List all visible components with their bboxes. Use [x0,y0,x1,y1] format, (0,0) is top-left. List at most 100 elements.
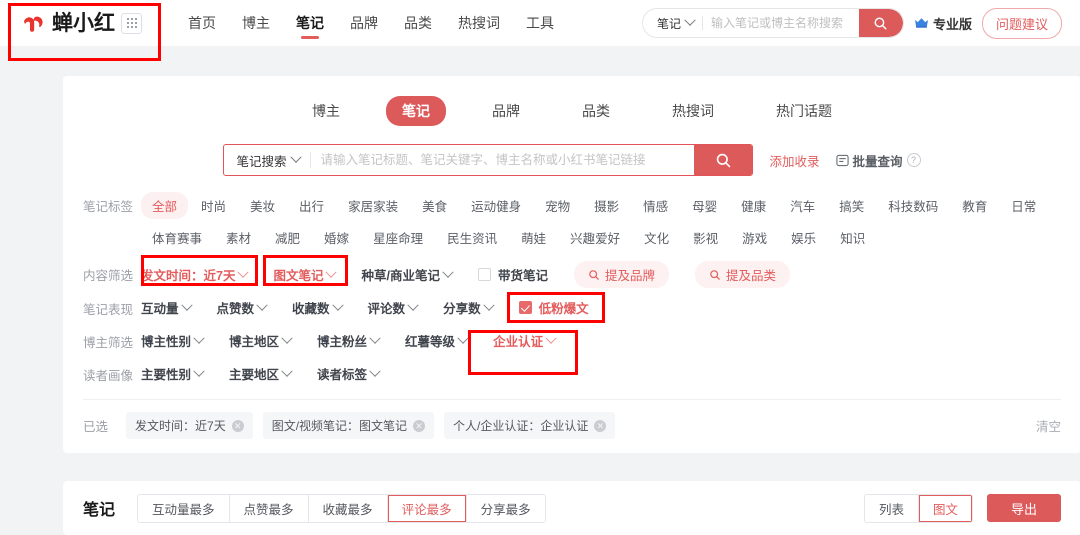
subtab-notes[interactable]: 笔记 [386,96,446,126]
note-tag[interactable]: 健康 [730,192,777,219]
filter-goods-note[interactable]: 带货笔记 [477,265,548,284]
sort-segmented-control: 互动量最多 点赞最多 收藏最多 评论最多 分享最多 [137,493,546,523]
pro-version-button[interactable]: 专业版 [914,14,972,33]
nav-search-button[interactable] [858,9,903,37]
note-tag[interactable]: 出行 [288,192,335,219]
selected-chip[interactable]: 图文/视频笔记：图文笔记 ✕ [262,412,435,439]
note-search-button[interactable] [694,145,753,175]
sort-collects[interactable]: 收藏最多 [308,494,388,522]
selected-chip[interactable]: 个人/企业认证：企业认证 ✕ [444,412,616,439]
note-tag[interactable]: 家居家装 [337,192,409,219]
sort-interaction[interactable]: 互动量最多 [138,494,230,522]
question-mark-icon[interactable]: ? [906,153,921,167]
note-tag[interactable]: 情感 [632,192,679,219]
filter-blogger-level[interactable]: 红薯等级 [405,328,469,353]
filter-mention-brand[interactable]: 提及品牌 [573,261,669,288]
note-tag-all[interactable]: 全部 [141,192,189,219]
subtab-brand[interactable]: 品牌 [476,96,536,126]
filter-low-fan-hit[interactable]: 低粉爆文 [518,298,589,317]
sort-shares[interactable]: 分享最多 [466,494,545,522]
low-fan-hit-checkbox[interactable] [518,301,532,314]
note-tag[interactable]: 宠物 [534,192,581,219]
view-mode-list[interactable]: 列表 [864,494,919,522]
close-icon[interactable]: ✕ [231,419,244,432]
note-search-type-select[interactable]: 笔记搜索 [224,151,309,170]
goods-note-checkbox[interactable] [477,268,491,281]
filter-comments[interactable]: 评论数 [368,295,419,320]
filter-mention-category[interactable]: 提及品类 [694,261,790,288]
subtab-hot-topic[interactable]: 热门话题 [760,96,848,126]
filter-enterprise-auth[interactable]: 企业认证 [493,328,557,353]
note-search-input[interactable] [310,153,695,167]
brand-logo[interactable]: 蝉小红 [22,12,115,35]
filter-shares[interactable]: 分享数 [443,295,495,320]
note-tag[interactable]: 汽车 [779,192,826,219]
grid-apps-icon[interactable] [121,12,142,34]
selected-chip-label: 发文时间：近7天 [135,419,226,433]
note-tag[interactable]: 搞笑 [828,192,875,219]
note-tag[interactable]: 知识 [829,224,876,251]
note-tag[interactable]: 游戏 [731,224,778,251]
nav-search-type-select[interactable]: 笔记 [643,9,702,37]
note-tag[interactable]: 婚嫁 [313,224,360,251]
clear-all-button[interactable]: 清空 [1036,416,1061,435]
filter-blogger-gender[interactable]: 博主性别 [141,328,205,353]
note-tag[interactable]: 减肥 [264,224,311,251]
close-icon[interactable]: ✕ [413,419,426,432]
filter-row-audience: 读者画像 主要性别 主要地区 读者标签 [63,361,1080,387]
selected-chip[interactable]: 发文时间：近7天 ✕ [126,412,253,439]
sort-comments[interactable]: 评论最多 [387,494,467,522]
note-tag[interactable]: 文化 [633,224,680,251]
note-tag[interactable]: 科技数码 [877,192,949,219]
filter-interaction[interactable]: 互动量 [141,295,193,320]
add-record-link[interactable]: 添加收录 [769,151,819,170]
filter-likes[interactable]: 点赞数 [216,295,268,320]
note-tag[interactable]: 民生资讯 [436,224,508,251]
note-tag[interactable]: 素材 [215,224,262,251]
filter-goods-note-label: 带货笔记 [497,269,548,283]
note-tag[interactable]: 影视 [682,224,729,251]
nav-item-brand[interactable]: 品牌 [350,0,378,46]
batch-query-link[interactable]: 批量查询 ? [835,151,921,170]
note-tag[interactable]: 娱乐 [780,224,827,251]
note-tag[interactable]: 美妆 [239,192,286,219]
subtab-hot-search[interactable]: 热搜词 [656,96,730,126]
filter-note-type[interactable]: 图文笔记 [273,262,338,287]
filter-blogger-region[interactable]: 博主地区 [229,328,293,353]
nav-item-notes[interactable]: 笔记 [296,0,324,46]
subtab-category[interactable]: 品类 [566,96,626,126]
note-tag[interactable]: 运动健身 [460,192,532,219]
view-mode-segmented-control: 列表 图文 [863,493,973,523]
nav-item-home[interactable]: 首页 [188,0,216,46]
filter-main-region[interactable]: 主要地区 [229,361,293,386]
note-tag[interactable]: 摄影 [583,192,630,219]
nav-search-input[interactable] [702,9,859,37]
filter-collects[interactable]: 收藏数 [292,295,344,320]
note-tag[interactable]: 星座命理 [362,224,434,251]
close-icon[interactable]: ✕ [594,419,607,432]
note-tag[interactable]: 美食 [411,192,458,219]
nav-item-hot-search[interactable]: 热搜词 [458,0,500,46]
filter-main-gender[interactable]: 主要性别 [141,361,205,386]
note-tag[interactable]: 母婴 [681,192,728,219]
nav-item-tools[interactable]: 工具 [526,0,554,46]
filter-likes-label: 点赞数 [216,302,255,316]
filter-post-time[interactable]: 发文时间：近7天 [141,262,250,287]
subtab-blogger[interactable]: 博主 [296,96,356,126]
note-tag[interactable]: 萌娃 [510,224,557,251]
filter-blogger-fans[interactable]: 博主粉丝 [317,328,381,353]
note-tag[interactable]: 兴趣爱好 [559,224,631,251]
sort-likes[interactable]: 点赞最多 [229,494,309,522]
note-tag[interactable]: 教育 [951,192,998,219]
note-tag[interactable]: 体育赛事 [141,224,213,251]
note-tag[interactable]: 日常 [1000,192,1047,219]
export-button[interactable]: 导出 [986,494,1061,522]
nav-item-category[interactable]: 品类 [404,0,432,46]
note-tag[interactable]: 时尚 [190,192,237,219]
view-mode-gallery[interactable]: 图文 [918,494,972,522]
filter-reader-tags[interactable]: 读者标签 [317,361,381,386]
chevron-down-icon [193,365,205,377]
nav-item-blogger[interactable]: 博主 [242,0,270,46]
filter-business-note[interactable]: 种草/商业笔记 [361,262,454,287]
feedback-button[interactable]: 问题建议 [981,7,1062,39]
